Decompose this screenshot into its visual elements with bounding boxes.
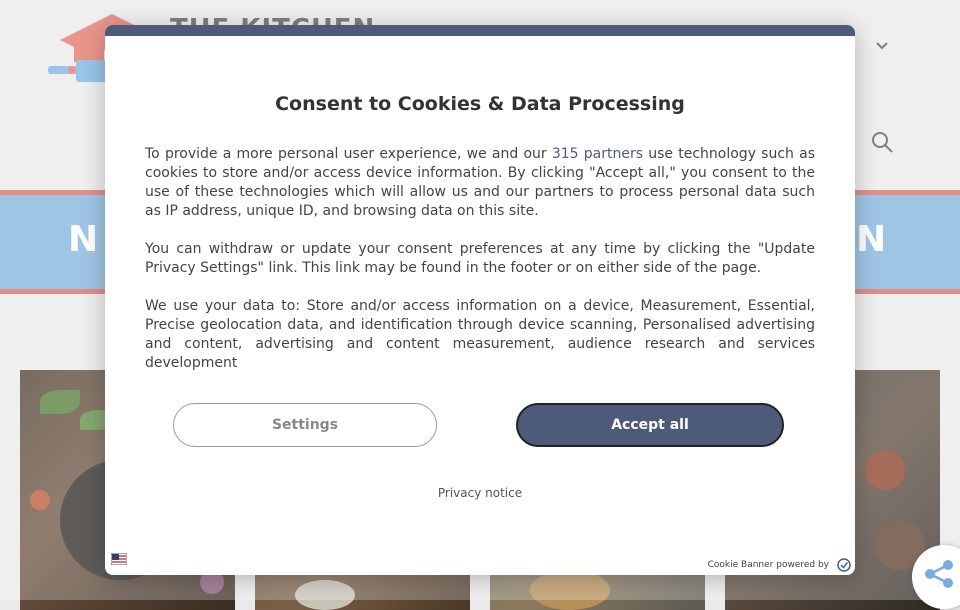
accept-all-button[interactable]: Accept all xyxy=(516,403,784,447)
dialog-title: Consent to Cookies & Data Processing xyxy=(275,93,685,115)
partners-link[interactable]: 315 partners xyxy=(552,146,643,162)
settings-button[interactable]: Settings xyxy=(173,403,437,447)
language-flag-icon[interactable] xyxy=(111,553,127,565)
consent-paragraph-1: To provide a more personal user experien… xyxy=(145,146,816,219)
consent-paragraph-2: You can withdraw or update your consent … xyxy=(145,241,815,276)
consent-paragraph-3: We use your data to: Store and/or access… xyxy=(145,298,815,371)
cookie-consent-dialog: Consent to Cookies & Data Processing To … xyxy=(105,25,855,575)
powered-by-text: Cookie Banner powered by xyxy=(707,560,829,570)
dialog-top-bar xyxy=(105,25,855,36)
privacy-notice-link[interactable]: Privacy notice xyxy=(105,486,855,500)
provider-shield-icon[interactable] xyxy=(837,558,851,572)
dialog-body: To provide a more personal user experien… xyxy=(145,145,815,392)
